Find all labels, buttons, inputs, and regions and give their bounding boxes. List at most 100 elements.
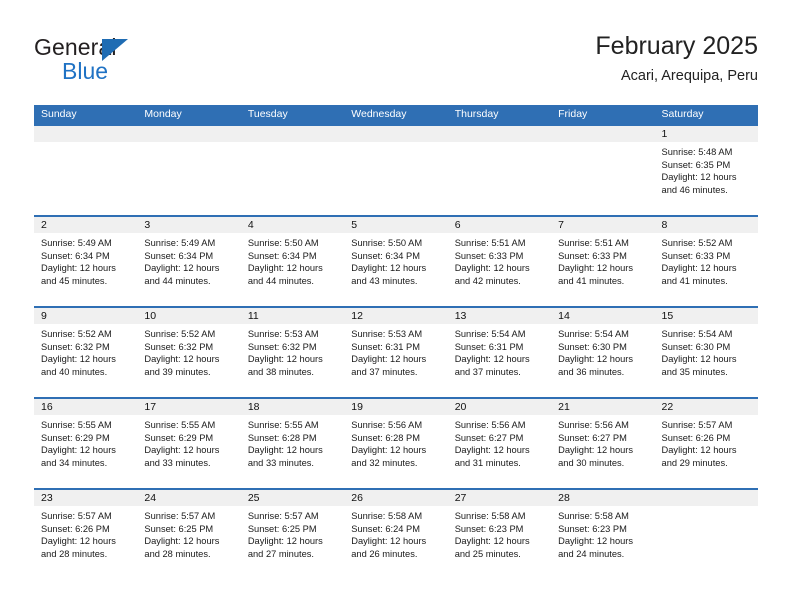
sunset-text: Sunset: 6:33 PM — [454, 250, 524, 261]
day-number: 20 — [454, 401, 467, 413]
daylight-text: Daylight: 12 hours and 38 minutes. — [247, 354, 323, 377]
day-cell[interactable]: Sunrise: 5:52 AM Sunset: 6:33 PM Dayligh… — [655, 233, 758, 306]
daylight-text: Daylight: 12 hours and 46 minutes. — [661, 172, 737, 195]
weekday-header-thursday: Thursday — [454, 108, 499, 120]
sunset-text: Sunset: 6:29 PM — [144, 432, 214, 443]
day-number: 17 — [144, 401, 157, 413]
day-number: 27 — [454, 492, 467, 504]
day-cell[interactable]: Sunrise: 5:49 AM Sunset: 6:34 PM Dayligh… — [137, 233, 240, 306]
day-cell[interactable]: Sunrise: 5:57 AM Sunset: 6:25 PM Dayligh… — [137, 506, 240, 579]
day-number: 2 — [41, 219, 47, 231]
day-cell[interactable]: Sunrise: 5:58 AM Sunset: 6:23 PM Dayligh… — [551, 506, 654, 579]
daylight-text: Daylight: 12 hours and 40 minutes. — [41, 354, 116, 377]
daylight-text: Daylight: 12 hours and 41 minutes. — [558, 263, 634, 286]
day-cell[interactable]: Sunrise: 5:56 AM Sunset: 6:27 PM Dayligh… — [551, 415, 654, 488]
day-cell[interactable]: Sunrise: 5:55 AM Sunset: 6:28 PM Dayligh… — [241, 415, 344, 488]
day-cell[interactable]: Sunrise: 5:56 AM Sunset: 6:28 PM Dayligh… — [344, 415, 447, 488]
day-number: 26 — [351, 492, 363, 504]
daylight-text: Daylight: 12 hours and 44 minutes. — [247, 263, 323, 286]
sunset-text: Sunset: 6:26 PM — [661, 432, 731, 443]
calendar-page: General Blue February 2025 Acari, Arequi… — [0, 0, 792, 612]
day-cell[interactable]: Sunrise: 5:57 AM Sunset: 6:26 PM Dayligh… — [34, 506, 137, 579]
page-subtitle: Acari, Arequipa, Peru — [620, 68, 758, 84]
day-number: 12 — [351, 310, 363, 322]
sunrise-text: Sunrise: 5:55 AM — [41, 420, 112, 430]
day-number — [551, 126, 654, 142]
daylight-text: Daylight: 12 hours and 33 minutes. — [144, 445, 220, 468]
weekday-header-row: Sunday Monday Tuesday Wednesday Thursday… — [34, 105, 758, 124]
day-cell[interactable]: Sunrise: 5:48 AM Sunset: 6:35 PM Dayligh… — [655, 142, 758, 215]
day-cell[interactable]: Sunrise: 5:55 AM Sunset: 6:29 PM Dayligh… — [137, 415, 240, 488]
calendar-week-row: 16 17 18 19 20 21 22 Sunrise: 5:55 AM Su… — [34, 397, 758, 488]
day-number: 28 — [558, 492, 570, 504]
day-cell[interactable]: Sunrise: 5:50 AM Sunset: 6:34 PM Dayligh… — [344, 233, 447, 306]
page-header: General Blue February 2025 Acari, Arequi… — [34, 30, 758, 100]
daylight-text: Daylight: 12 hours and 44 minutes. — [144, 263, 220, 286]
sunrise-text: Sunrise: 5:49 AM — [41, 238, 112, 248]
day-cell[interactable]: Sunrise: 5:58 AM Sunset: 6:24 PM Dayligh… — [344, 506, 447, 579]
day-cell[interactable]: Sunrise: 5:52 AM Sunset: 6:32 PM Dayligh… — [34, 324, 137, 397]
day-cell[interactable]: Sunrise: 5:53 AM Sunset: 6:31 PM Dayligh… — [344, 324, 447, 397]
day-cell[interactable] — [551, 142, 654, 215]
sunset-text: Sunset: 6:28 PM — [351, 432, 420, 443]
day-number — [241, 126, 344, 142]
day-number: 21 — [558, 401, 570, 413]
sunrise-text: Sunrise: 5:54 AM — [454, 329, 526, 339]
day-cell[interactable]: Sunrise: 5:52 AM Sunset: 6:32 PM Dayligh… — [137, 324, 240, 397]
day-cell[interactable] — [655, 506, 758, 579]
day-number-band: 9 10 11 12 13 14 15 — [34, 308, 758, 324]
day-cell[interactable] — [448, 142, 551, 215]
day-cell[interactable]: Sunrise: 5:57 AM Sunset: 6:25 PM Dayligh… — [241, 506, 344, 579]
sunset-text: Sunset: 6:30 PM — [661, 341, 731, 352]
day-number-band: 16 17 18 19 20 21 22 — [34, 399, 758, 415]
day-number: 5 — [351, 219, 358, 231]
sunset-text: Sunset: 6:27 PM — [558, 432, 627, 443]
day-cell[interactable]: Sunrise: 5:49 AM Sunset: 6:34 PM Dayligh… — [34, 233, 137, 306]
sunrise-text: Sunrise: 5:56 AM — [454, 420, 526, 430]
day-cell[interactable]: Sunrise: 5:51 AM Sunset: 6:33 PM Dayligh… — [448, 233, 551, 306]
day-cell[interactable]: Sunrise: 5:54 AM Sunset: 6:30 PM Dayligh… — [655, 324, 758, 397]
day-cell[interactable]: Sunrise: 5:50 AM Sunset: 6:34 PM Dayligh… — [241, 233, 344, 306]
sunrise-text: Sunrise: 5:53 AM — [351, 329, 423, 339]
daylight-text: Daylight: 12 hours and 30 minutes. — [558, 445, 634, 468]
sunrise-text: Sunrise: 5:58 AM — [351, 511, 423, 521]
day-cell[interactable]: Sunrise: 5:58 AM Sunset: 6:23 PM Dayligh… — [448, 506, 551, 579]
day-number: 10 — [144, 310, 157, 322]
day-number: 7 — [558, 219, 564, 231]
calendar-week-row: 23 24 25 26 27 28 Sunrise: 5:57 AM Sunse… — [34, 488, 758, 579]
day-cell-row: Sunrise: 5:48 AM Sunset: 6:35 PM Dayligh… — [34, 142, 758, 215]
day-cell[interactable]: Sunrise: 5:56 AM Sunset: 6:27 PM Dayligh… — [448, 415, 551, 488]
day-number: 22 — [661, 401, 674, 413]
day-cell[interactable]: Sunrise: 5:54 AM Sunset: 6:31 PM Dayligh… — [448, 324, 551, 397]
day-number-band: 1 — [34, 126, 758, 142]
day-cell[interactable] — [34, 142, 137, 215]
general-blue-logo[interactable]: General Blue — [34, 34, 204, 92]
day-cell-row: Sunrise: 5:52 AM Sunset: 6:32 PM Dayligh… — [34, 324, 758, 397]
sunset-text: Sunset: 6:30 PM — [558, 341, 627, 352]
day-cell-row: Sunrise: 5:49 AM Sunset: 6:34 PM Dayligh… — [34, 233, 758, 306]
sunrise-text: Sunrise: 5:49 AM — [144, 238, 216, 248]
day-cell[interactable]: Sunrise: 5:55 AM Sunset: 6:29 PM Dayligh… — [34, 415, 137, 488]
weekday-header-wednesday: Wednesday — [351, 108, 407, 120]
day-cell[interactable] — [241, 142, 344, 215]
day-cell[interactable]: Sunrise: 5:54 AM Sunset: 6:30 PM Dayligh… — [551, 324, 654, 397]
day-number: 9 — [41, 310, 47, 322]
day-cell[interactable] — [137, 142, 240, 215]
day-cell[interactable]: Sunrise: 5:53 AM Sunset: 6:32 PM Dayligh… — [241, 324, 344, 397]
daylight-text: Daylight: 12 hours and 42 minutes. — [454, 263, 530, 286]
sunset-text: Sunset: 6:25 PM — [144, 523, 214, 534]
day-cell[interactable]: Sunrise: 5:57 AM Sunset: 6:26 PM Dayligh… — [655, 415, 758, 488]
day-cell[interactable]: Sunrise: 5:51 AM Sunset: 6:33 PM Dayligh… — [551, 233, 654, 306]
day-number — [655, 490, 758, 506]
sunset-text: Sunset: 6:34 PM — [144, 250, 214, 261]
day-number: 18 — [247, 401, 260, 413]
sunrise-text: Sunrise: 5:57 AM — [661, 420, 733, 430]
daylight-text: Daylight: 12 hours and 33 minutes. — [247, 445, 323, 468]
calendar-grid: Sunday Monday Tuesday Wednesday Thursday… — [34, 105, 758, 579]
logo-text-blue: Blue — [62, 58, 109, 84]
daylight-text: Daylight: 12 hours and 24 minutes. — [558, 536, 634, 559]
day-cell[interactable] — [344, 142, 447, 215]
day-number: 14 — [558, 310, 570, 322]
sunrise-text: Sunrise: 5:54 AM — [558, 329, 629, 339]
day-number: 15 — [661, 310, 674, 322]
